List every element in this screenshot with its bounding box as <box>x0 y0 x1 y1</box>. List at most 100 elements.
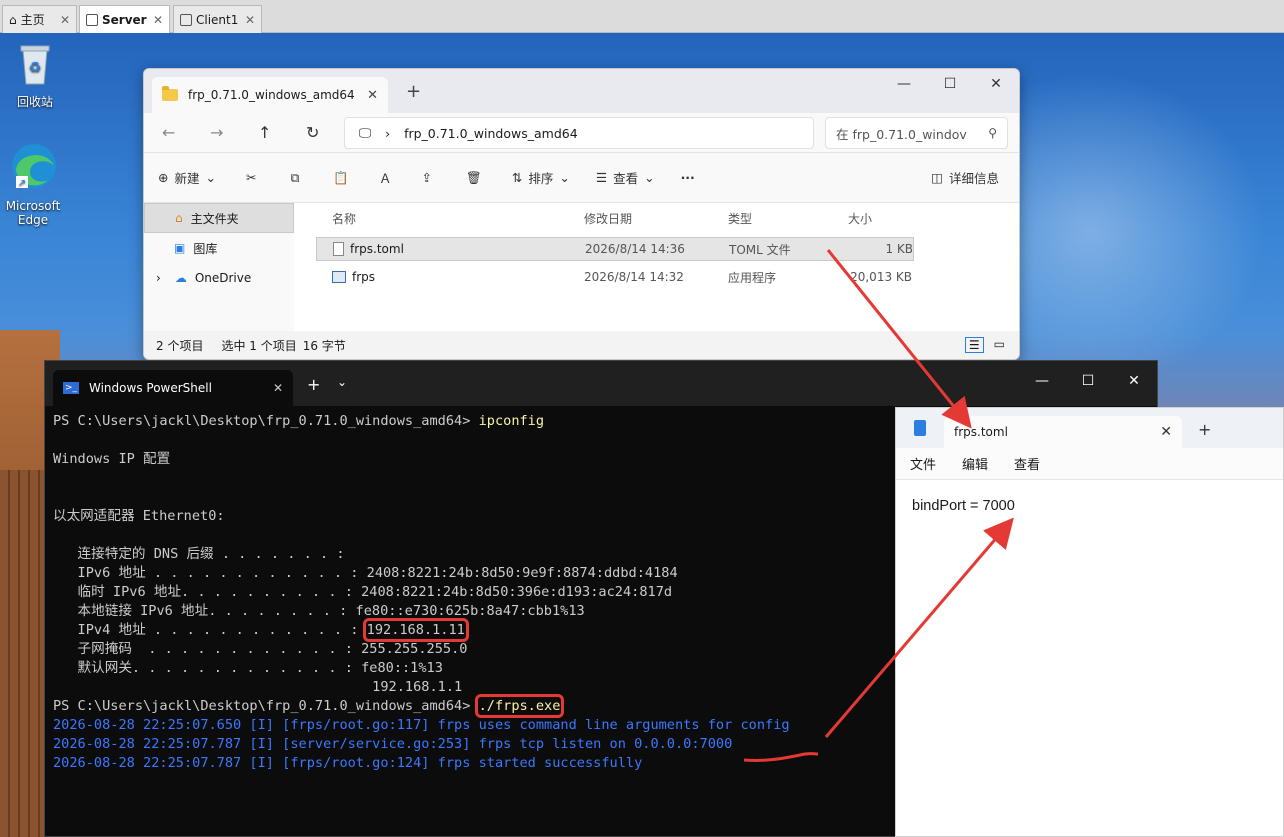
menu-edit[interactable]: 编辑 <box>962 454 988 473</box>
share-icon[interactable]: ⇪ <box>422 170 432 185</box>
close-icon[interactable]: ✕ <box>153 13 163 27</box>
notepad-content: bindPort = 7000 <box>912 498 1015 514</box>
column-header-modified[interactable]: 修改日期 <box>576 210 720 227</box>
close-icon[interactable]: ✕ <box>1160 424 1172 440</box>
desktop-icon-edge[interactable]: ↗ Microsoft Edge <box>0 140 68 227</box>
details-pane-icon: ◫ <box>931 170 943 185</box>
notepad-menu-bar: 文件 编辑 查看 <box>896 448 1283 480</box>
paste-icon[interactable]: 📋 <box>333 170 349 186</box>
explorer-tab-bar: frp_0.71.0_windows_amd64 ✕ + — ☐ ✕ <box>144 69 1019 113</box>
search-placeholder: 在 frp_0.71.0_windov <box>836 126 967 142</box>
nav-item-label: 主文件夹 <box>190 211 239 226</box>
more-options-icon[interactable]: ··· <box>681 170 695 185</box>
column-header-name[interactable]: 名称 <box>316 210 576 227</box>
command-ipconfig: ipconfig <box>478 413 545 429</box>
up-arrow-icon[interactable]: ↑ <box>258 123 271 142</box>
file-explorer-window: frp_0.71.0_windows_amd64 ✕ + — ☐ ✕ ← → ↑… <box>143 68 1020 360</box>
output-line: IPv4 地址 . . . . . . . . . . . . : <box>53 622 367 638</box>
cloud-icon: ☁ <box>174 271 187 285</box>
refresh-icon[interactable]: ↻ <box>306 123 319 142</box>
new-tab-plus-icon[interactable]: + <box>406 81 421 102</box>
chevron-right-icon[interactable]: › <box>156 271 161 285</box>
forward-arrow-icon[interactable]: → <box>210 123 223 142</box>
details-view-icon[interactable]: ☰ <box>964 337 984 353</box>
output-line: 192.168.1.1 <box>53 679 463 695</box>
host-tab-bar: ⌂ 主页 ✕ Server ✕ Client1 ✕ <box>0 0 1284 33</box>
details-button[interactable]: ◫ 详细信息 <box>931 168 999 187</box>
file-size: 1 KB <box>885 242 913 256</box>
rename-icon[interactable]: Ａ <box>379 168 392 187</box>
host-tab-client1[interactable]: Client1 ✕ <box>173 5 262 33</box>
gallery-icon: ▣ <box>174 241 186 255</box>
explorer-tab[interactable]: frp_0.71.0_windows_amd64 ✕ <box>152 77 388 113</box>
cut-icon[interactable]: ✂ <box>246 170 256 185</box>
maximize-icon[interactable]: ☐ <box>1065 361 1111 401</box>
new-button[interactable]: ⊕ 新建 ⌄ <box>158 168 216 187</box>
search-input[interactable]: 在 frp_0.71.0_windov ⚲ <box>825 117 1008 149</box>
status-selection: 选中 1 个项目 <box>221 338 297 353</box>
notepad-tab-title: frps.toml <box>954 425 1008 439</box>
close-icon[interactable]: ✕ <box>1111 361 1157 401</box>
close-icon[interactable]: ✕ <box>367 88 378 103</box>
minimize-icon[interactable]: — <box>881 69 927 99</box>
plus-circle-icon: ⊕ <box>158 170 169 185</box>
new-tab-plus-icon[interactable]: + <box>307 375 320 394</box>
host-tab-server[interactable]: Server ✕ <box>79 5 170 33</box>
wallpaper-building-detail <box>0 470 45 837</box>
notepad-text-area[interactable]: bindPort = 7000 <box>896 480 1283 532</box>
notepad-window: frps.toml ✕ + 文件 编辑 查看 bindPort = 7000 <box>895 407 1284 837</box>
window-controls: — ☐ ✕ <box>1019 361 1157 401</box>
file-name-cell: frps <box>316 270 576 284</box>
nav-item-label: OneDrive <box>194 271 252 285</box>
close-icon[interactable]: ✕ <box>273 381 283 395</box>
menu-file[interactable]: 文件 <box>910 454 936 473</box>
column-header-type[interactable]: 类型 <box>720 210 840 227</box>
sort-button[interactable]: ⇅ 排序 ⌄ <box>512 168 570 187</box>
powershell-title-bar: >_ Windows PowerShell ✕ + ⌄ — ☐ ✕ <box>45 361 1157 406</box>
nav-item-onedrive[interactable]: › ☁ OneDrive <box>144 263 294 293</box>
notepad-tab[interactable]: frps.toml ✕ <box>944 416 1182 448</box>
maximize-icon[interactable]: ☐ <box>927 69 973 99</box>
chevron-down-icon: ⌄ <box>559 170 570 185</box>
view-button[interactable]: ☰ 查看 ⌄ <box>596 168 655 187</box>
nav-item-home[interactable]: ⌂ 主文件夹 <box>144 203 294 233</box>
recycle-bin-icon: ♻ <box>20 45 50 85</box>
view-list-icon: ☰ <box>595 170 608 185</box>
host-tab-home[interactable]: ⌂ 主页 ✕ <box>2 5 77 33</box>
file-row[interactable]: frps 2026/8/14 14:32 应用程序 20,013 KB <box>316 265 914 289</box>
file-row[interactable]: frps.toml 2026/8/14 14:36 TOML 文件 1 KB <box>316 237 914 261</box>
desktop-icon-recycle-bin[interactable]: ♻ 回收站 <box>0 42 70 110</box>
new-tab-plus-icon[interactable]: + <box>1198 420 1211 439</box>
explorer-address-bar: ← → ↑ ↻ 🖵 › frp_0.71.0_windows_amd64 在 f… <box>144 113 1019 153</box>
menu-view[interactable]: 查看 <box>1014 454 1040 473</box>
file-list: 名称 修改日期 类型 大小 frps.toml 2026/8/14 14:36 … <box>316 203 1019 331</box>
sort-label: 排序 <box>528 171 554 186</box>
back-arrow-icon[interactable]: ← <box>162 123 175 142</box>
explorer-command-bar: ⊕ 新建 ⌄ ✂ ⧉ 📋 Ａ ⇪ 🗑 ⇅ 排序 ⌄ ☰ 查看 ⌄ ··· ◫ 详… <box>144 153 1019 203</box>
minimize-icon[interactable]: — <box>1019 361 1065 401</box>
powershell-tab[interactable]: >_ Windows PowerShell ✕ <box>53 370 293 406</box>
close-icon[interactable]: ✕ <box>973 69 1019 99</box>
file-type: 应用程序 <box>728 270 777 285</box>
address-input[interactable]: 🖵 › frp_0.71.0_windows_amd64 <box>344 117 814 149</box>
output-line: 连接特定的 DNS 后缀 . . . . . . . : <box>53 546 353 562</box>
nav-item-gallery[interactable]: ▣ 图库 <box>144 233 294 263</box>
host-tab-label: Client1 <box>196 12 239 27</box>
chevron-down-icon[interactable]: ⌄ <box>337 375 347 389</box>
home-icon: ⌂ <box>175 211 183 225</box>
output-line: 子网掩码 . . . . . . . . . . . . : 255.255.2… <box>53 641 468 657</box>
file-icon <box>333 242 344 256</box>
details-label: 详细信息 <box>948 171 999 186</box>
file-name: frps <box>352 270 376 284</box>
tiles-view-icon[interactable]: ▭ <box>994 337 1005 353</box>
delete-icon[interactable]: 🗑 <box>466 170 482 186</box>
desktop-icon-label: Microsoft Edge <box>5 199 61 227</box>
desktop-icon-label: 回收站 <box>16 95 53 109</box>
file-size: 20,013 KB <box>850 270 912 284</box>
prompt: PS C:\Users\jackl\Desktop\frp_0.71.0_win… <box>53 698 479 714</box>
column-header-size[interactable]: 大小 <box>840 210 912 227</box>
close-icon[interactable]: ✕ <box>60 13 70 27</box>
close-icon[interactable]: ✕ <box>245 13 255 27</box>
chevron-down-icon: ⌄ <box>205 170 216 185</box>
copy-icon[interactable]: ⧉ <box>290 170 299 186</box>
